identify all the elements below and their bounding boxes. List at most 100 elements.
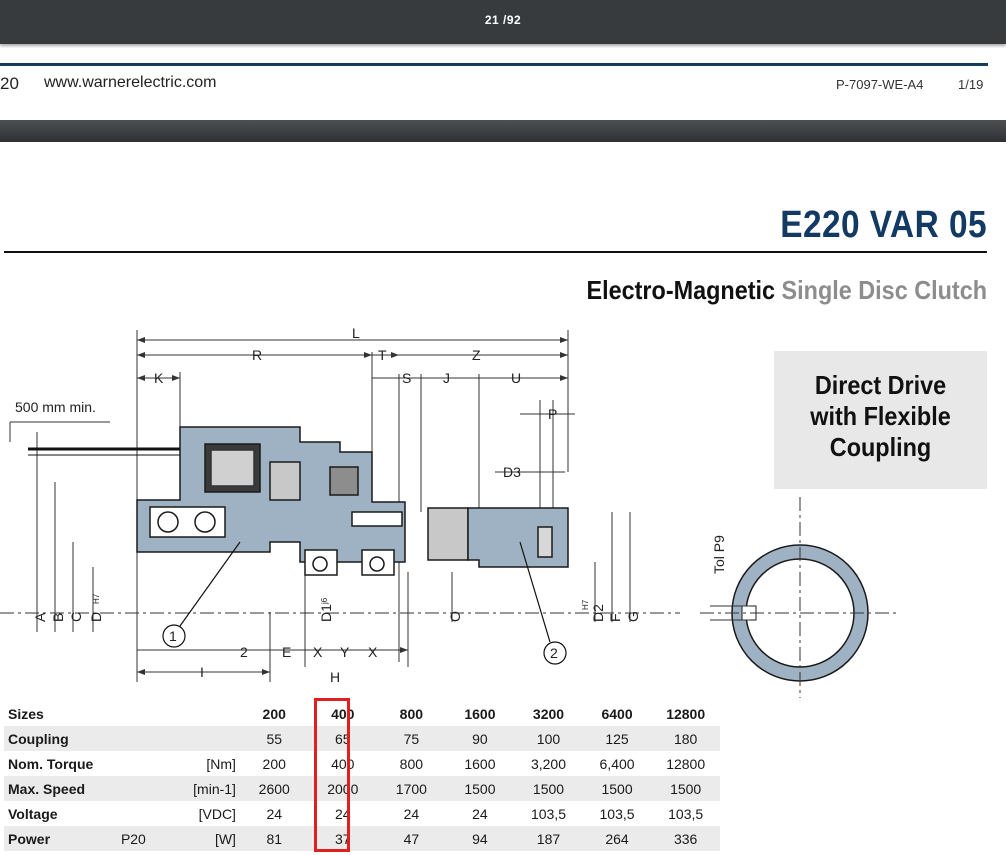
row-label: Coupling [8, 730, 69, 747]
row-sub: P20 [120, 830, 146, 847]
row-label: Nom. Torque [8, 755, 94, 772]
value-cell: 103,5 [530, 805, 566, 822]
callout-1: 1 [169, 628, 177, 644]
footer-doc-code: P-7097-WE-A4 [836, 77, 924, 92]
row-unit: [VDC] [198, 805, 236, 822]
table-header-row: Sizes 200 400 800 1600 3200 6400 12800 [4, 701, 720, 726]
technical-drawing: L R T Z K S J U P D3 500 mm min. 2 E X Y… [0, 325, 900, 698]
value-cell: 125 [605, 730, 629, 747]
page-separator [0, 120, 1006, 142]
value-cell: 3,200 [530, 755, 566, 772]
footer-page-number: 20 [0, 74, 19, 93]
value-cell: 1500 [670, 780, 702, 797]
tol-H7-D: H7 [92, 593, 101, 604]
value-cell: 200 [262, 755, 286, 772]
dim-U: U [511, 370, 521, 386]
tol-H7-D2: H7 [581, 599, 590, 610]
tolerance-labels: H7 j6 H7 [92, 593, 590, 610]
row-unit: [Nm] [206, 755, 236, 772]
value-cell: 336 [673, 830, 698, 847]
table-row: Max. Speed [min-1] 2600 2000 1700 1500 1… [4, 776, 720, 801]
dim-K: K [154, 370, 164, 386]
value-cell: 6,400 [599, 755, 635, 772]
value-cell: 1500 [532, 780, 565, 797]
value-cell: 103,5 [668, 805, 704, 822]
shaft-end-view [700, 497, 900, 698]
dim-X2: X [368, 644, 378, 660]
value-cell: 90 [472, 730, 488, 747]
row-sub [117, 776, 178, 801]
value-cell: 800 [399, 755, 424, 772]
dim-A: A [32, 612, 48, 622]
dim-S: S [402, 370, 411, 386]
row-sub [117, 801, 178, 826]
value-cell: 24 [403, 805, 420, 822]
value-cell: 187 [536, 830, 561, 847]
value-cell: 81 [266, 830, 283, 847]
value-cell: 2600 [258, 780, 290, 797]
footer-url[interactable]: www.warnerelectric.com [44, 74, 216, 92]
row-label: Power [8, 830, 51, 847]
dim-P: P [548, 406, 557, 422]
highlight-size-400-box [314, 698, 350, 852]
dim-X1: X [313, 644, 323, 660]
cable [28, 447, 180, 456]
page-indicator[interactable]: 21 /92 [0, 13, 1006, 27]
value-cell: 24 [266, 805, 283, 822]
dim-J: J [443, 370, 450, 386]
size-cell: 12800 [666, 705, 706, 722]
value-cell: 180 [673, 730, 698, 747]
dim-E: E [282, 644, 291, 660]
row-unit [177, 726, 240, 751]
dim-Y: Y [340, 644, 350, 660]
specs-table: Sizes 200 400 800 1600 3200 6400 12800 C… [4, 701, 720, 851]
previous-page-footer: 20 www.warnerelectric.com P-7097-WE-A4 1… [0, 48, 1006, 120]
size-cell: 3200 [532, 705, 565, 722]
dim-Z: Z [472, 347, 481, 363]
value-cell: 94 [472, 830, 488, 847]
header-label: Sizes [8, 705, 44, 722]
table-row: Coupling 55 65 75 90 100 125 180 [4, 726, 720, 751]
table-row: Nom. Torque [Nm] 200 400 800 1600 3,200 … [4, 751, 720, 776]
clutch-assembly [136, 426, 569, 576]
dim-D3: D3 [503, 464, 521, 480]
dim-L: L [352, 325, 360, 341]
table-row: Power P20 [W] 81 37 47 94 187 264 336 [4, 826, 720, 851]
value-cell: 55 [266, 730, 283, 747]
dim-B: B [50, 613, 66, 622]
value-cell: 1600 [464, 755, 496, 772]
footer-rule [0, 63, 988, 66]
footer-doc-page: 1/19 [958, 77, 984, 92]
cable-note: 500 mm min. [15, 399, 96, 415]
value-cell: 75 [403, 730, 420, 747]
table-row: Voltage [VDC] 24 24 24 24 103,5 103,5 10… [4, 801, 720, 826]
size-cell: 200 [262, 705, 286, 722]
value-cell: 1700 [395, 780, 427, 797]
value-cell: 12800 [666, 755, 706, 772]
dim-two: 2 [240, 644, 248, 660]
value-cell: 47 [403, 830, 420, 847]
size-cell: 1600 [464, 705, 496, 722]
dim-G: G [625, 611, 641, 622]
dim-R: R [252, 347, 262, 363]
row-label: Max. Speed [8, 780, 86, 797]
value-cell: 24 [472, 805, 488, 822]
dim-D2: D2 [590, 604, 606, 622]
dim-I: I [200, 664, 204, 680]
callout-2: 2 [550, 645, 558, 661]
header-unit [177, 701, 240, 726]
dim-H: H [330, 669, 340, 685]
tol-j6-D1: j6 [320, 597, 329, 605]
value-cell: 100 [536, 730, 561, 747]
dim-D1: D1 [318, 604, 334, 622]
size-cell: 800 [399, 705, 424, 722]
dim-D: D [88, 612, 104, 622]
dim-F: F [607, 613, 623, 622]
value-cell: 1500 [601, 780, 633, 797]
row-unit: [min-1] [193, 780, 236, 797]
row-label: Voltage [8, 805, 58, 822]
dim-T: T [378, 347, 387, 363]
dim-tol: Tol P9 [711, 535, 727, 574]
value-cell: 264 [605, 830, 629, 847]
header-sub [117, 701, 178, 726]
